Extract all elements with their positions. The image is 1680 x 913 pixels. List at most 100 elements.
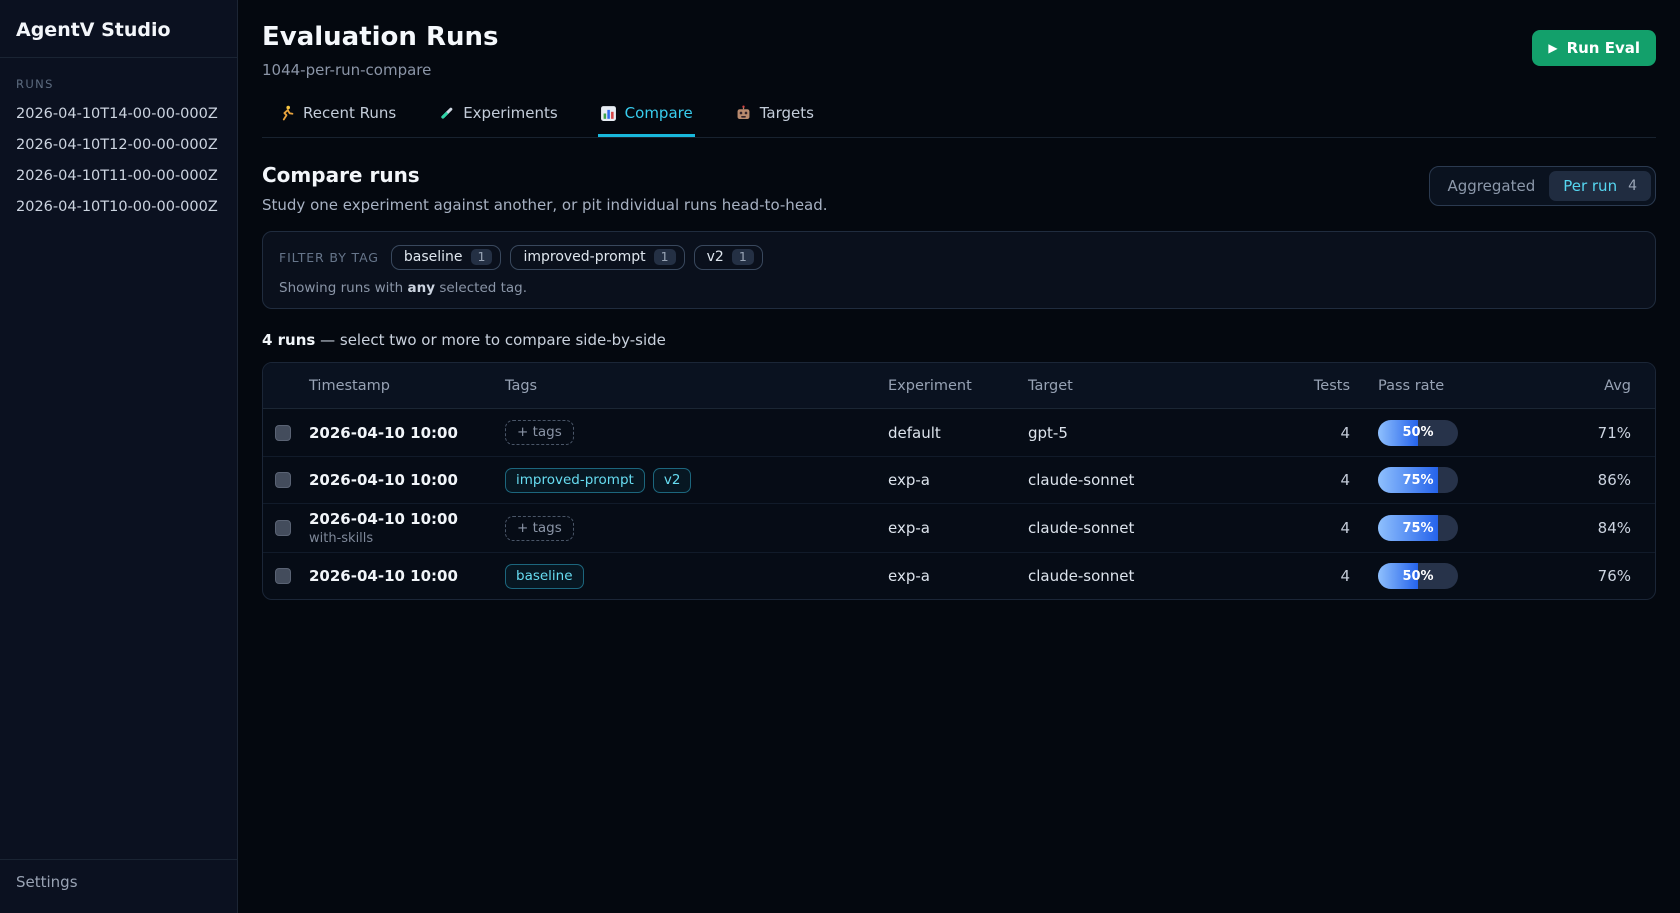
tab-recent-runs[interactable]: Recent Runs bbox=[276, 104, 398, 137]
sidebar-item-run[interactable]: 2026-04-10T14-00-00-000Z bbox=[0, 99, 237, 130]
tag-v2[interactable]: v2 bbox=[653, 468, 692, 493]
run-timestamp: 2026-04-10 10:00 bbox=[309, 424, 505, 442]
run-timestamp: 2026-04-10 10:00 bbox=[309, 567, 505, 585]
experiment-cell: default bbox=[888, 424, 1028, 442]
run-eval-label: Run Eval bbox=[1567, 39, 1640, 57]
filter-tag-v2[interactable]: v21 bbox=[694, 245, 763, 270]
checkbox-cell bbox=[275, 472, 309, 488]
add-tags-button[interactable]: + tags bbox=[505, 516, 574, 541]
showing-any: any bbox=[408, 280, 436, 296]
tags-cell: baseline bbox=[505, 564, 888, 589]
pass-rate-label: 75% bbox=[1378, 467, 1458, 493]
row-checkbox[interactable] bbox=[275, 520, 291, 536]
filter-label: FILTER BY TAG bbox=[279, 250, 379, 265]
sidebar-item-run[interactable]: 2026-04-10T12-00-00-000Z bbox=[0, 130, 237, 161]
sidebar-runs-list: 2026-04-10T14-00-00-000Z2026-04-10T12-00… bbox=[0, 99, 237, 223]
tag-baseline[interactable]: baseline bbox=[505, 564, 584, 589]
timestamp-cell: 2026-04-10 10:00 bbox=[309, 471, 505, 489]
tag-name: baseline bbox=[404, 249, 463, 265]
runs-summary-rest: — select two or more to compare side-by-… bbox=[315, 331, 666, 349]
tag-count: 1 bbox=[654, 249, 676, 265]
timestamp-cell: 2026-04-10 10:00with-skills bbox=[309, 510, 505, 546]
runs-table: TimestampTagsExperimentTargetTestsPass r… bbox=[262, 362, 1656, 600]
tests-cell: 4 bbox=[1278, 471, 1350, 489]
pass-rate-cell: 50% bbox=[1350, 563, 1458, 589]
timestamp-cell: 2026-04-10 10:00 bbox=[309, 424, 505, 442]
toggle-aggregated[interactable]: Aggregated bbox=[1434, 171, 1550, 201]
runs-count: 4 runs bbox=[262, 331, 315, 349]
runs-summary: 4 runs — select two or more to compare s… bbox=[262, 331, 1656, 349]
filter-chips: baseline 1 improved-prompt 1 v21 bbox=[391, 245, 763, 270]
tests-cell: 4 bbox=[1278, 424, 1350, 442]
run-eval-button[interactable]: ▶ Run Eval bbox=[1532, 30, 1656, 66]
tag-name: improved-prompt bbox=[523, 249, 645, 265]
runner-icon bbox=[278, 105, 295, 122]
avg-cell: 71% bbox=[1458, 424, 1631, 442]
avg-cell: 84% bbox=[1458, 519, 1631, 537]
showing-note: Showing runs with any selected tag. bbox=[279, 280, 1639, 296]
run-timestamp: 2026-04-10 10:00 bbox=[309, 471, 505, 489]
table-row: 2026-04-10 10:00+ tags defaultgpt-54 50%71… bbox=[263, 409, 1655, 456]
tag-count: 1 bbox=[471, 249, 493, 265]
add-tags-button[interactable]: + tags bbox=[505, 420, 574, 445]
filter-tag-baseline[interactable]: baseline 1 bbox=[391, 245, 502, 270]
page-header-text: Evaluation Runs 1044-per-run-compare bbox=[262, 22, 499, 79]
pass-rate-label: 50% bbox=[1378, 420, 1458, 446]
pass-rate-cell: 75% bbox=[1350, 515, 1458, 541]
compare-description: Study one experiment against another, or… bbox=[262, 196, 828, 214]
row-checkbox[interactable] bbox=[275, 568, 291, 584]
table-body: 2026-04-10 10:00+ tagsdefaultgpt-5450%71… bbox=[263, 409, 1655, 599]
experiment-cell: exp-a bbox=[888, 519, 1028, 537]
table-row: 2026-04-10 10:00baselineexp-aclaude-sonn… bbox=[263, 552, 1655, 599]
compare-section-head: Compare runs Study one experiment agains… bbox=[262, 163, 1656, 214]
sidebar-item-run[interactable]: 2026-04-10T10-00-00-000Z bbox=[0, 192, 237, 223]
tab-targets[interactable]: Targets bbox=[733, 104, 816, 137]
target-cell: claude-sonnet bbox=[1028, 519, 1278, 537]
row-checkbox[interactable] bbox=[275, 472, 291, 488]
checkbox-cell bbox=[275, 425, 309, 441]
robot-icon bbox=[735, 105, 752, 122]
app-title: AgentV Studio bbox=[0, 0, 237, 57]
tab-label: Recent Runs bbox=[303, 104, 396, 122]
sidebar-item-settings[interactable]: Settings bbox=[16, 873, 221, 891]
row-checkbox[interactable] bbox=[275, 425, 291, 441]
toggle-per-run[interactable]: Per run 4 bbox=[1549, 171, 1651, 201]
view-toggle: Aggregated Per run 4 bbox=[1429, 166, 1657, 206]
target-cell: gpt-5 bbox=[1028, 424, 1278, 442]
column-header-avg: Avg bbox=[1458, 378, 1631, 394]
tab-compare[interactable]: Compare bbox=[598, 104, 695, 137]
filter-tag-improved-prompt[interactable]: improved-prompt 1 bbox=[510, 245, 684, 270]
runs-section-label: RUNS bbox=[0, 58, 237, 99]
experiment-cell: exp-a bbox=[888, 471, 1028, 489]
tab-label: Compare bbox=[625, 104, 693, 122]
pass-rate-pill: 75% bbox=[1378, 515, 1458, 541]
main-content: Evaluation Runs 1044-per-run-compare ▶ R… bbox=[238, 0, 1680, 913]
target-cell: claude-sonnet bbox=[1028, 567, 1278, 585]
table-row: 2026-04-10 10:00with-skills+ tags exp-acl… bbox=[263, 503, 1655, 552]
pass-rate-pill: 50% bbox=[1378, 420, 1458, 446]
tab-label: Targets bbox=[760, 104, 814, 122]
tag-name: v2 bbox=[707, 249, 724, 265]
column-header-timestamp: Timestamp bbox=[309, 378, 505, 394]
tab-label: Experiments bbox=[463, 104, 557, 122]
tab-bar: Recent Runs Experiments Compare Targets bbox=[262, 104, 1656, 138]
tags-cell: improved-prompt v2 bbox=[505, 468, 888, 493]
showing-suffix: selected tag. bbox=[435, 280, 527, 296]
sidebar-item-run[interactable]: 2026-04-10T11-00-00-000Z bbox=[0, 161, 237, 192]
column-header-experiment: Experiment bbox=[888, 378, 1028, 394]
table-row: 2026-04-10 10:00improved-promptv2exp-acl… bbox=[263, 456, 1655, 503]
sidebar-spacer bbox=[0, 223, 237, 859]
column-header-tags: Tags bbox=[505, 378, 888, 394]
tests-cell: 4 bbox=[1278, 567, 1350, 585]
filter-row: FILTER BY TAG baseline 1 improved-prompt 1 v… bbox=[279, 245, 1639, 270]
tab-experiments[interactable]: Experiments bbox=[436, 104, 559, 137]
sidebar-footer: Settings bbox=[0, 859, 237, 913]
showing-prefix: Showing runs with bbox=[279, 280, 408, 296]
avg-cell: 76% bbox=[1458, 567, 1631, 585]
filter-card: FILTER BY TAG baseline 1 improved-prompt 1 v… bbox=[262, 231, 1656, 309]
page-subtitle: 1044-per-run-compare bbox=[262, 61, 499, 79]
tag-improved-prompt[interactable]: improved-prompt bbox=[505, 468, 645, 493]
column-header-target: Target bbox=[1028, 378, 1278, 394]
per-run-count: 4 bbox=[1628, 178, 1637, 194]
pass-rate-cell: 75% bbox=[1350, 467, 1458, 493]
